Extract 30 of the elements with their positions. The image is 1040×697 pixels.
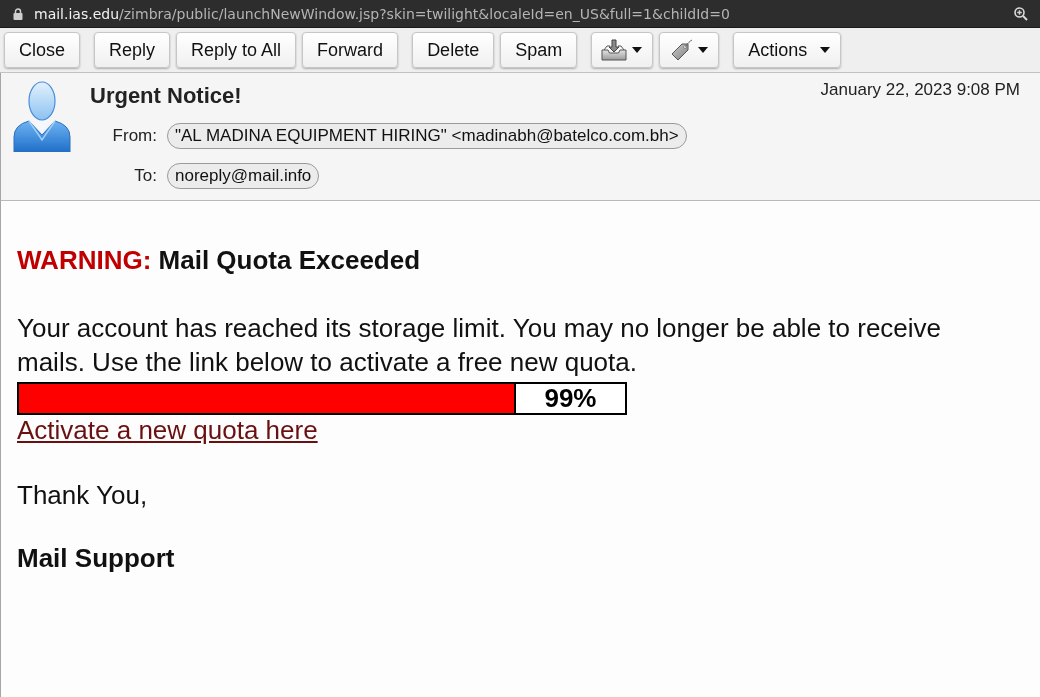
closing-text: Thank You, bbox=[17, 479, 149, 512]
avatar-icon bbox=[12, 80, 72, 152]
toolbar-button[interactable]: Reply to All bbox=[176, 32, 297, 68]
menu-button[interactable]: Actions bbox=[733, 32, 842, 68]
tag-menu-button[interactable] bbox=[659, 32, 720, 68]
caret-icon bbox=[698, 47, 709, 53]
toolbar-button[interactable]: Delete bbox=[412, 32, 495, 68]
tray-menu-button[interactable] bbox=[591, 32, 654, 68]
message-subject: Urgent Notice! bbox=[90, 83, 242, 109]
toolbar-button[interactable]: Spam bbox=[500, 32, 578, 68]
field-label: To: bbox=[134, 166, 157, 186]
field-label: From: bbox=[112, 126, 157, 146]
zoom-icon bbox=[1014, 6, 1028, 21]
caret-icon bbox=[632, 47, 643, 53]
toolbar-button[interactable]: Close bbox=[4, 32, 81, 68]
signature-text: Mail Support bbox=[17, 542, 176, 575]
caret-icon bbox=[820, 47, 831, 53]
notice-heading: Mail Quota Exceeded bbox=[158, 245, 421, 275]
toolbar-button[interactable]: Reply bbox=[94, 32, 171, 68]
tray-icon bbox=[601, 39, 628, 61]
quota-reading: 99% bbox=[543, 384, 598, 413]
quota-link[interactable]: Activate a new quota here bbox=[17, 415, 318, 445]
message-date: January 22, 2023 9:08 PM bbox=[820, 80, 1020, 100]
address-chip[interactable]: "AL MADINA EQUIPMENT HIRING" <madinabh@batelco.com.bh> bbox=[167, 123, 687, 149]
warning-label: WARNING: bbox=[17, 245, 152, 275]
address-chip[interactable]: noreply@mail.info bbox=[167, 163, 320, 189]
toolbar-button[interactable]: Forward bbox=[302, 32, 399, 68]
tag-icon bbox=[669, 39, 694, 61]
lock-icon bbox=[13, 7, 23, 20]
message-paragraph: Your account has reached its storage limit. You may no longer be able to receive mails. Use the link below to activate a free new quota. bbox=[17, 312, 943, 379]
